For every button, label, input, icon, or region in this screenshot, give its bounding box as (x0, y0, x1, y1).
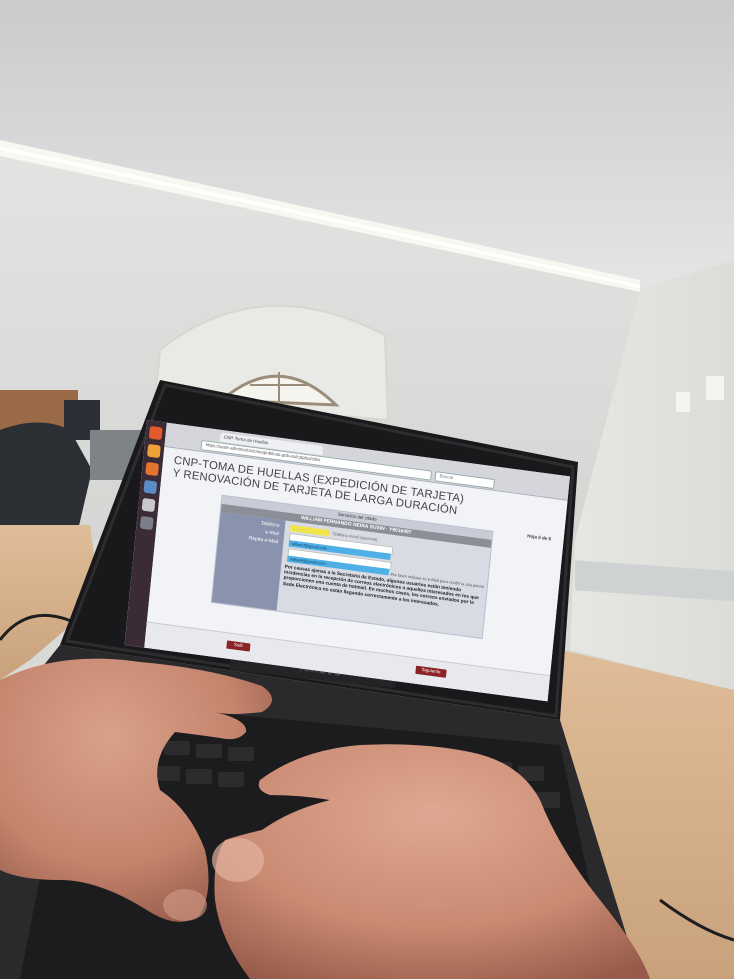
siguiente-button[interactable]: Siguiente (415, 665, 447, 678)
thumbnail (212, 838, 264, 882)
wall-sign (706, 376, 724, 400)
contact-form-panel: Servicios del citado WILLIAM FERNANDO NE… (210, 494, 494, 639)
form-labels-column: Teléfono e-Mail Repita e-Mail (211, 511, 286, 611)
ubuntu-icon[interactable] (148, 425, 163, 441)
wall-sign (676, 392, 690, 412)
terminal-icon[interactable] (139, 515, 154, 531)
files-icon[interactable] (147, 443, 161, 459)
settings-icon[interactable] (141, 497, 156, 513)
salir-button[interactable]: Salir (226, 640, 251, 652)
sheet-indicator: Hoja 5 de 6 (526, 533, 552, 543)
firefox-icon[interactable] (145, 461, 160, 477)
docs-icon[interactable] (143, 479, 158, 495)
